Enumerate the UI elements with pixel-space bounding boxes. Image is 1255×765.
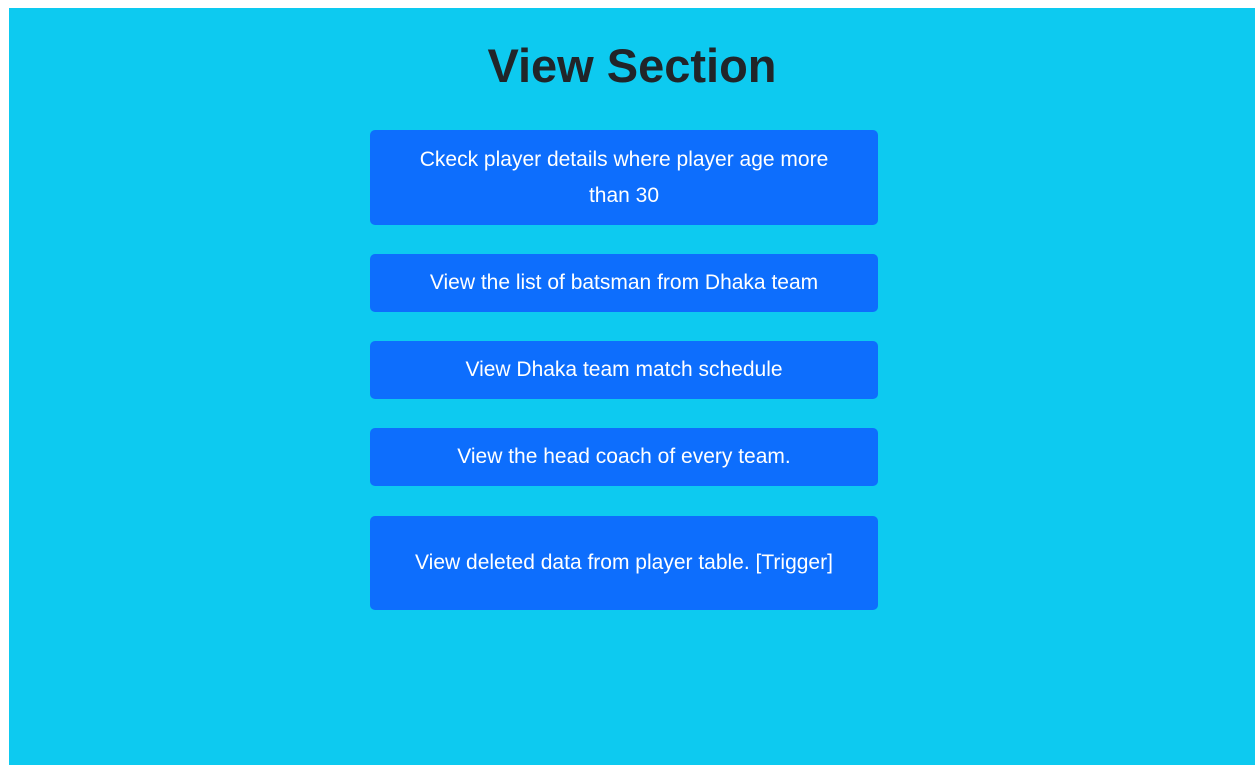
button-label: View the list of batsman from Dhaka team bbox=[429, 271, 819, 294]
button-label: View Dhaka team match schedule bbox=[465, 358, 783, 381]
check-players-over-30-button[interactable]: Ckeck player details where player age mo… bbox=[370, 130, 878, 225]
head-coach-list-button[interactable]: View the head coach of every team. bbox=[370, 428, 878, 486]
page-title: View Section bbox=[487, 39, 777, 92]
button-label: View deleted data from player table. [Tr… bbox=[415, 551, 833, 574]
deleted-player-data-button[interactable]: View deleted data from player table. [Tr… bbox=[370, 516, 878, 610]
dhaka-match-schedule-button[interactable]: View Dhaka team match schedule bbox=[370, 341, 878, 399]
dhaka-batsman-list-button[interactable]: View the list of batsman from Dhaka team bbox=[370, 254, 878, 312]
button-label: Ckeck player details where player age mo… bbox=[419, 147, 829, 207]
view-section-page: View Section Ckeck player details where … bbox=[9, 8, 1255, 765]
button-label: View the head coach of every team. bbox=[457, 445, 791, 468]
